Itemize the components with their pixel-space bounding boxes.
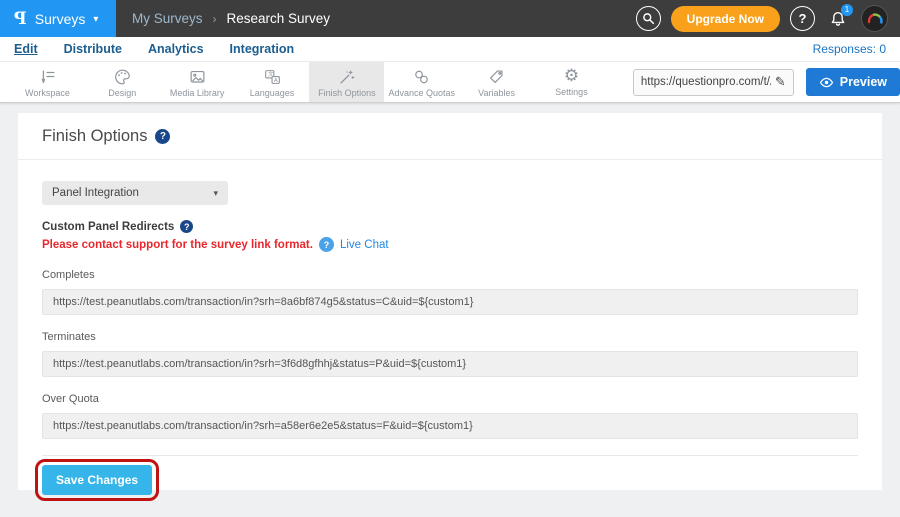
live-chat-help-icon[interactable]: ?: [319, 237, 334, 252]
nav-tab-edit[interactable]: Edit: [14, 42, 38, 56]
edit-toolbar: Workspace Design Media Library 文 A Langu…: [0, 61, 900, 103]
nav-tab-distribute[interactable]: Distribute: [64, 42, 122, 56]
over-quota-label: Over Quota: [42, 393, 858, 405]
tool-label: Variables: [478, 88, 515, 98]
over-quota-url-input[interactable]: [42, 413, 858, 439]
tool-languages[interactable]: 文 A Languages: [235, 62, 310, 102]
svg-text:文: 文: [267, 70, 273, 78]
media-library-icon: [187, 67, 208, 87]
survey-url-box[interactable]: ✎: [633, 69, 794, 96]
tool-label: Advance Quotas: [388, 88, 455, 98]
breadcrumb-current-survey: Research Survey: [227, 11, 331, 26]
notifications-button[interactable]: 1: [825, 6, 851, 32]
tool-settings[interactable]: ⚙ Settings: [534, 62, 609, 102]
chevron-down-icon: ▾: [213, 188, 218, 199]
languages-icon: 文 A: [262, 67, 283, 87]
tool-label: Media Library: [170, 88, 225, 98]
chevron-down-icon: ▾: [93, 14, 98, 25]
avatar-logo-icon: [865, 9, 885, 29]
page-title: Finish Options: [42, 127, 147, 146]
tool-media-library[interactable]: Media Library: [160, 62, 235, 102]
search-icon: [642, 12, 655, 25]
survey-url-input[interactable]: [641, 76, 771, 88]
custom-panel-redirects-label: Custom Panel Redirects: [42, 221, 174, 233]
workspace-icon: [37, 67, 58, 87]
completes-url-input[interactable]: [42, 289, 858, 315]
red-highlight-annotation: Save Changes: [35, 459, 159, 501]
tool-label: Languages: [250, 88, 295, 98]
terminates-label: Terminates: [42, 331, 858, 343]
preview-button[interactable]: Preview: [806, 68, 900, 96]
responses-count[interactable]: Responses: 0: [813, 42, 886, 56]
search-button[interactable]: [636, 6, 661, 31]
save-changes-button[interactable]: Save Changes: [42, 465, 152, 495]
tool-label: Design: [108, 88, 136, 98]
edit-url-pencil-icon[interactable]: ✎: [775, 75, 786, 90]
dropdown-selected-value: Panel Integration: [52, 187, 139, 199]
surveys-product-menu[interactable]: P Surveys ▾: [0, 0, 116, 37]
live-chat-link[interactable]: Live Chat: [340, 239, 389, 251]
tool-label: Workspace: [25, 88, 70, 98]
tool-label: Finish Options: [318, 88, 376, 98]
avatar[interactable]: [861, 5, 888, 32]
finish-options-help-icon[interactable]: ?: [155, 129, 170, 144]
variables-tag-icon: [486, 67, 507, 87]
footer-divider: [42, 455, 858, 456]
top-header: P Surveys ▾ My Surveys › Research Survey…: [0, 0, 900, 37]
question-icon: ?: [799, 11, 807, 26]
page-content: Finish Options ? Panel Integration ▾ Cus…: [0, 103, 900, 490]
help-button[interactable]: ?: [790, 6, 815, 31]
survey-nav: Edit Distribute Analytics Integration Re…: [0, 37, 900, 61]
nav-tab-integration[interactable]: Integration: [230, 42, 295, 56]
tool-label: Settings: [555, 87, 588, 97]
upgrade-now-button[interactable]: Upgrade Now: [671, 6, 780, 32]
product-name: Surveys: [35, 11, 86, 27]
support-warning-text: Please contact support for the survey li…: [42, 239, 313, 251]
breadcrumb: My Surveys › Research Survey: [132, 11, 330, 26]
breadcrumb-my-surveys[interactable]: My Surveys: [132, 11, 203, 26]
panel-integration-dropdown[interactable]: Panel Integration ▾: [42, 181, 228, 205]
tool-design[interactable]: Design: [85, 62, 160, 102]
settings-gear-icon: ⚙: [564, 67, 579, 86]
eye-icon: [819, 77, 834, 88]
tool-variables[interactable]: Variables: [459, 62, 534, 102]
custom-panel-redirects-help-icon[interactable]: ?: [180, 220, 193, 233]
tool-workspace[interactable]: Workspace: [10, 62, 85, 102]
preview-label: Preview: [840, 75, 887, 89]
terminates-url-input[interactable]: [42, 351, 858, 377]
advance-quotas-link-icon: [411, 67, 432, 87]
breadcrumb-separator-icon: ›: [213, 12, 217, 26]
svg-text:A: A: [273, 78, 277, 84]
design-palette-icon: [112, 67, 133, 87]
notification-badge: 1: [841, 4, 853, 16]
questionpro-logo-icon: P: [14, 9, 27, 29]
completes-label: Completes: [42, 269, 858, 281]
nav-tab-analytics[interactable]: Analytics: [148, 42, 204, 56]
tool-advance-quotas[interactable]: Advance Quotas: [384, 62, 459, 102]
finish-options-card: Finish Options ? Panel Integration ▾ Cus…: [18, 113, 882, 490]
finish-options-wand-icon: [336, 67, 357, 87]
tool-finish-options[interactable]: Finish Options: [309, 62, 384, 102]
